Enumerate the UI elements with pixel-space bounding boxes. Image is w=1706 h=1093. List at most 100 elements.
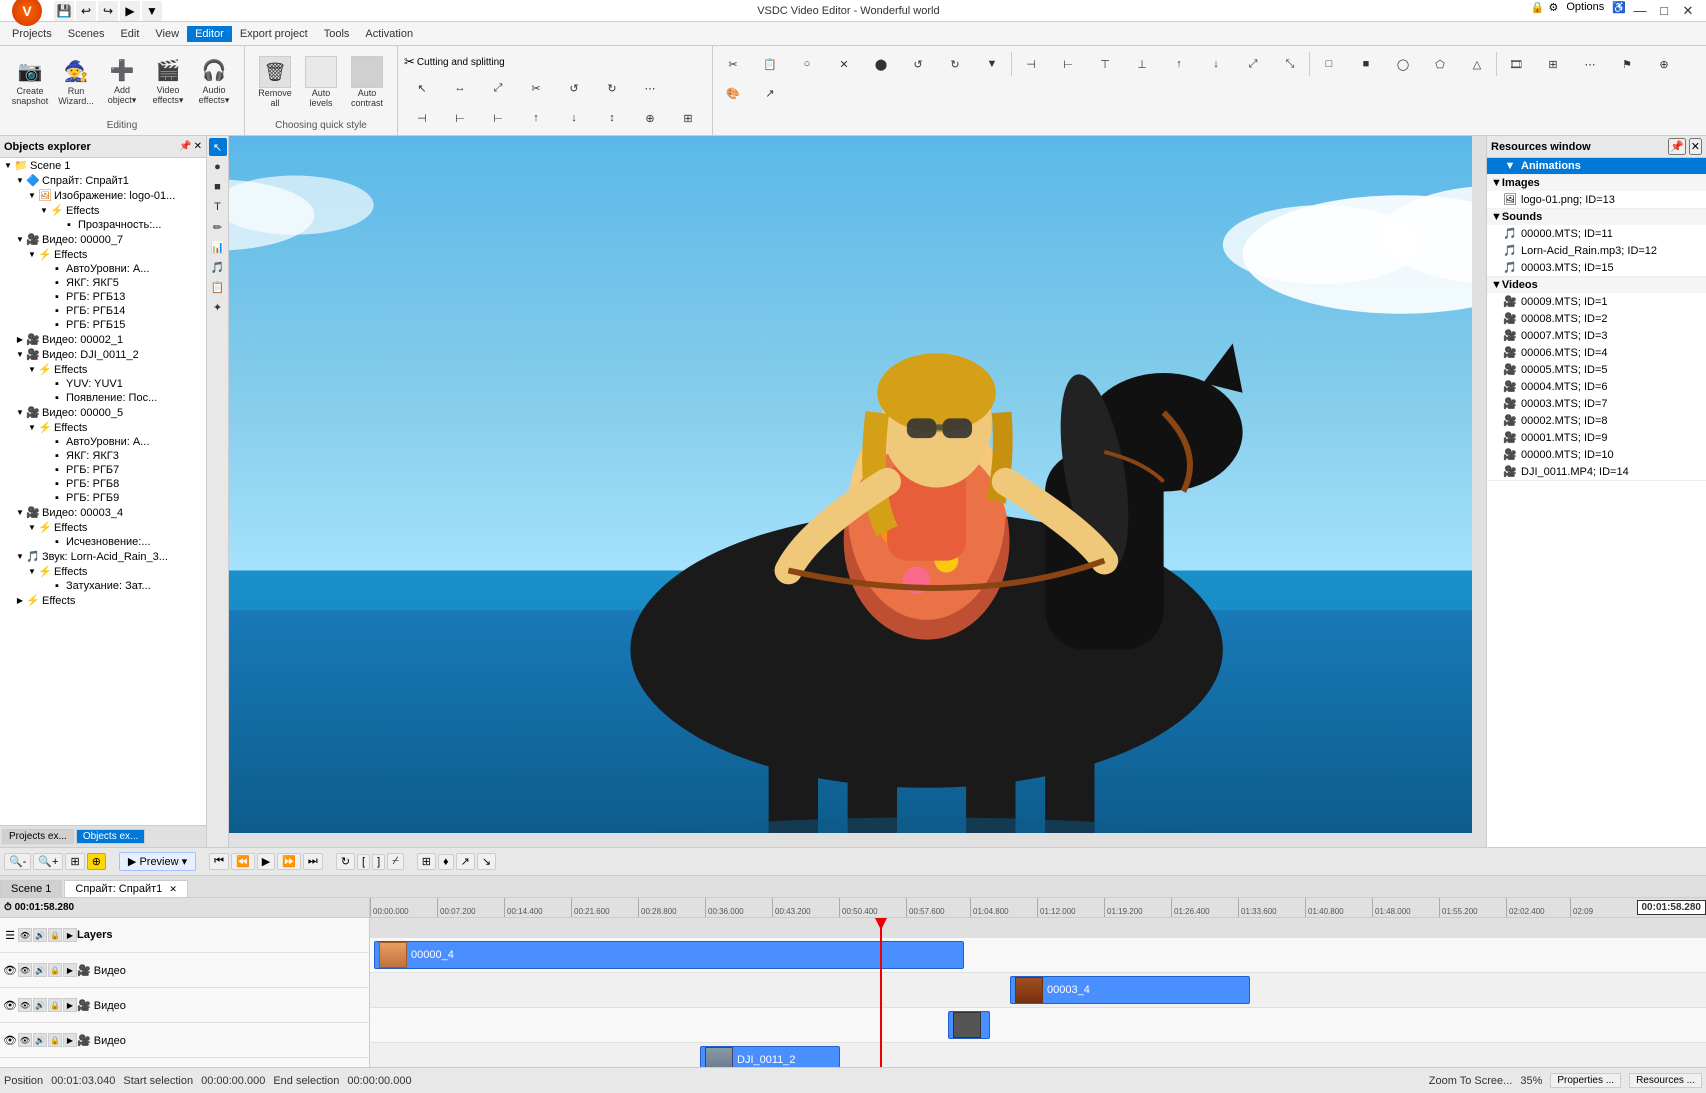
effects2-expand[interactable]: ▼ [26,250,38,259]
tb-align4[interactable]: ⊥ [1124,50,1160,78]
tree-video7[interactable]: ▼ 🎥 Видео: 00000_7 [0,232,206,247]
tree-img1[interactable]: ▼ 🖼 Изображение: logo-01... [0,188,206,203]
tb-select[interactable]: ○ [789,50,825,78]
stretch-tool[interactable]: ↕ [594,104,630,132]
resource-vid-1[interactable]: 🎥 00009.MTS; ID=1 [1487,293,1706,310]
tb-redo2[interactable]: ↻ [937,50,973,78]
fade-out-button[interactable]: ↘ [477,853,496,870]
resource-vid-11[interactable]: 🎥 DJI_0011.MP4; ID=14 [1487,463,1706,480]
vr2-expand-btn[interactable]: ▶ [63,998,77,1012]
properties-tab[interactable]: Properties ... [1550,1073,1621,1088]
video5-expand[interactable]: ▼ [14,408,26,417]
tree-scene1[interactable]: ▼ 📁 Scene 1 [0,158,206,173]
tree-video5[interactable]: ▼ 🎥 Видео: 00000_5 [0,405,206,420]
video2-expand[interactable]: ▶ [14,335,26,344]
resource-vid-9[interactable]: 🎥 00001.MTS; ID=9 [1487,429,1706,446]
effects4-expand[interactable]: ▼ [26,423,38,432]
tb-pentagon[interactable]: ⬠ [1422,50,1458,78]
sidebar-clipboard-icon[interactable]: 📋 [209,278,227,296]
effects1-expand[interactable]: ▼ [38,206,50,215]
tree-rgb15[interactable]: ▪ РГБ: РГБ15 [0,318,206,332]
vr3-expand-btn[interactable]: ▶ [63,1033,77,1047]
vr1-lock-btn[interactable]: 🔒 [48,963,62,977]
marker-button[interactable]: ♦ [438,854,454,870]
effects5-expand[interactable]: ▼ [26,523,38,532]
layers-lock-btn[interactable]: 🔒 [48,928,62,942]
tree-effects3[interactable]: ▼ ⚡ Effects [0,362,206,377]
undo-tool[interactable]: ↺ [556,74,592,102]
fade-in-button[interactable]: ↗ [456,853,475,870]
vr2-audio-btn[interactable]: 🔊 [33,998,47,1012]
resource-sound-2[interactable]: 🎵 Lorn-Acid_Rain.mp3; ID=12 [1487,242,1706,259]
video3-4-expand[interactable]: ▼ [14,508,26,517]
compress-tool[interactable]: ⊕ [632,104,668,132]
step-back-button[interactable]: ⏪ [231,853,255,870]
loop-button[interactable]: ↻ [336,853,355,870]
add-object-button[interactable]: ➕ Addobject▾ [100,52,144,112]
tb-undo2[interactable]: ↺ [900,50,936,78]
play-button[interactable]: ▶ [257,853,275,870]
resource-vid-4[interactable]: 🎥 00006.MTS; ID=4 [1487,344,1706,361]
tb-film[interactable]: 🎞 [1498,50,1534,78]
sidebar-rect-icon[interactable]: ■ [209,178,227,196]
sidebar-music-icon[interactable]: 🎵 [209,258,227,276]
maximize-button[interactable]: □ [1654,1,1674,21]
preview-scroll-horizontal[interactable] [229,833,1486,847]
cursor-tool[interactable]: ↖ [404,74,440,102]
clip-00000-4[interactable]: 00000_4 [374,941,964,969]
tb-collapse[interactable]: ⤡ [1272,50,1308,78]
cut-tool[interactable]: ✂ [518,74,554,102]
tb-extra[interactable]: ▼ [974,50,1010,78]
tree-autolevels2[interactable]: ▪ АвтоУровни: А... [0,435,206,449]
tb-down[interactable]: ↓ [1198,50,1234,78]
save-btn[interactable]: 💾 [54,1,74,21]
tree-rgb13[interactable]: ▪ РГБ: РГБ13 [0,290,206,304]
resource-vid-10[interactable]: 🎥 00000.MTS; ID=10 [1487,446,1706,463]
tree-opacity1[interactable]: ▪ Прозрачность:... [0,218,206,232]
sidebar-chart-icon[interactable]: 📊 [209,238,227,256]
effects8-expand[interactable]: ▶ [14,596,26,605]
vr1-audio-btn[interactable]: 🔊 [33,963,47,977]
objects-tree[interactable]: ▼ 📁 Scene 1 ▼ 🔷 Спрайт: Спрайт1 ▼ 🖼 Изоб… [0,158,206,825]
resource-vid-5[interactable]: 🎥 00005.MTS; ID=5 [1487,361,1706,378]
vr2-vis-btn[interactable]: 👁 [18,998,32,1012]
customize-btn[interactable]: ▼ [142,1,162,21]
panel-tab-objects[interactable]: Objects ex... [76,829,146,844]
align-right-tool[interactable]: ⊢ [480,104,516,132]
zoom-in-button[interactable]: 🔍+ [33,853,63,870]
auto-contrast-button[interactable]: Auto contrast [345,52,389,112]
sound1-expand[interactable]: ▼ [14,552,26,561]
run-wizard-button[interactable]: 🧙 RunWizard... [54,52,98,112]
vr1-vis-btn[interactable]: 👁 [18,963,32,977]
tree-effects2[interactable]: ▼ ⚡ Effects [0,247,206,262]
vr3-lock-btn[interactable]: 🔒 [48,1033,62,1047]
vr3-audio-btn[interactable]: 🔊 [33,1033,47,1047]
tb-up[interactable]: ↑ [1161,50,1197,78]
tree-ykg3[interactable]: ▪ ЯКГ: ЯКГ3 [0,449,206,463]
timeline-tab-scene1[interactable]: Scene 1 [0,880,62,897]
resources-sounds-header[interactable]: ▼ Sounds [1487,209,1706,225]
tree-videodji[interactable]: ▼ 🎥 Видео: DJI_0011_2 [0,347,206,362]
resource-vid-7[interactable]: 🎥 00003.MTS; ID=7 [1487,395,1706,412]
more-tool[interactable]: ⋯ [632,74,668,102]
tree-video3-4[interactable]: ▼ 🎥 Видео: 00003_4 [0,505,206,520]
panel-tab-projects[interactable]: Projects ex... [2,829,74,844]
menu-editor[interactable]: Editor [187,26,232,42]
layers-expand-btn[interactable]: ▶ [63,928,77,942]
tree-rgb14[interactable]: ▪ РГБ: РГБ14 [0,304,206,318]
clip-dji[interactable]: DJI_0011_2 [700,1046,840,1067]
tb-filled[interactable]: ■ [1348,50,1384,78]
tb-cut[interactable]: ✂ [715,50,751,78]
mark-in-button[interactable]: [ [357,854,370,870]
align-center-tool[interactable]: ⊢ [442,104,478,132]
video-row3-eye[interactable]: 👁 [2,1034,18,1047]
run-btn[interactable]: ▶ [120,1,140,21]
resource-vid-8[interactable]: 🎥 00002.MTS; ID=8 [1487,412,1706,429]
vr2-lock-btn[interactable]: 🔒 [48,998,62,1012]
tb-flag[interactable]: ⚑ [1609,50,1645,78]
resource-vid-3[interactable]: 🎥 00007.MTS; ID=3 [1487,327,1706,344]
sidebar-text-icon[interactable]: T [209,198,227,216]
redo-tool[interactable]: ↻ [594,74,630,102]
tb-color[interactable]: 🎨 [715,79,751,107]
resource-sound-3[interactable]: 🎵 00003.MTS; ID=15 [1487,259,1706,276]
